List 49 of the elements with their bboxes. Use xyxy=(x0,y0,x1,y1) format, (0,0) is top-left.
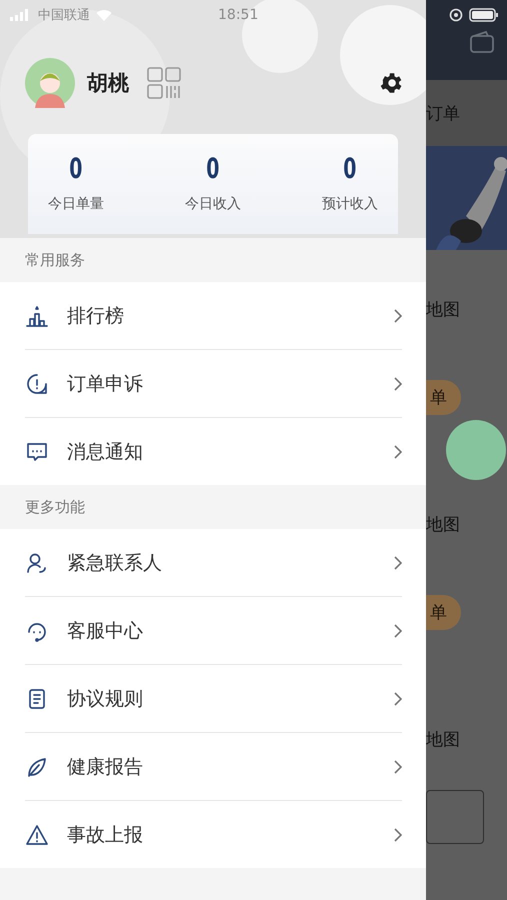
chevron-icon xyxy=(394,692,402,706)
menu-label: 客服中心 xyxy=(67,618,144,644)
rank-icon xyxy=(25,304,49,328)
stat-label: 预计收入 xyxy=(322,195,378,213)
map-link-text: 地图 xyxy=(426,729,460,752)
menu-item[interactable]: 排行榜 xyxy=(25,282,402,350)
menu-item[interactable]: 协议规则 xyxy=(25,665,402,733)
menu-item[interactable]: 事故上报 xyxy=(25,801,402,868)
status-time: 18:51 xyxy=(218,7,258,23)
menu-label: 协议规则 xyxy=(67,686,144,712)
wifi-icon xyxy=(96,9,112,21)
section-title: 常用服务 xyxy=(24,250,86,271)
menu-item[interactable]: 健康报告 xyxy=(25,733,402,801)
stat-label: 今日收入 xyxy=(185,195,241,213)
stat-label: 今日单量 xyxy=(48,195,104,213)
stat-value: 0 xyxy=(206,152,220,185)
wallet-icon xyxy=(469,30,495,54)
chevron-icon xyxy=(394,828,402,842)
chevron-icon xyxy=(394,624,402,638)
chevron-icon xyxy=(394,308,402,322)
menu-item[interactable]: 紧急联系人 xyxy=(25,529,402,597)
contact-icon xyxy=(25,550,49,574)
menu-label: 事故上报 xyxy=(67,822,144,848)
menu-label: 排行榜 xyxy=(67,304,125,328)
chevron-icon xyxy=(394,760,402,774)
menu-label: 消息通知 xyxy=(67,440,144,464)
avatar-icon xyxy=(25,58,75,108)
stat-value: 0 xyxy=(69,152,83,185)
menu-item[interactable]: 订单申诉 xyxy=(25,350,402,418)
lock-rotation-icon xyxy=(449,8,463,22)
carrier-name: 中国联通 xyxy=(38,7,90,24)
alert-icon xyxy=(25,372,49,396)
chevron-icon xyxy=(394,376,402,390)
menu-label: 紧急联系人 xyxy=(67,550,163,576)
menu-label: 订单申诉 xyxy=(67,372,144,396)
stat-value: 0 xyxy=(343,152,357,185)
menu-item[interactable]: 消息通知 xyxy=(25,418,402,485)
warning-icon xyxy=(25,822,49,846)
battery-icon xyxy=(469,8,499,22)
map-link-text: 地图 xyxy=(426,299,460,322)
section-title: 更多功能 xyxy=(24,497,86,518)
menu-label: 健康报告 xyxy=(67,754,144,780)
chevron-icon xyxy=(394,556,402,570)
menu-item[interactable]: 客服中心 xyxy=(25,597,402,665)
input-box xyxy=(426,790,484,844)
user-name: 胡桃 xyxy=(87,70,129,97)
tab-label: 订单 xyxy=(426,102,460,124)
map-link-text: 地图 xyxy=(426,514,460,537)
chevron-icon xyxy=(394,444,402,458)
